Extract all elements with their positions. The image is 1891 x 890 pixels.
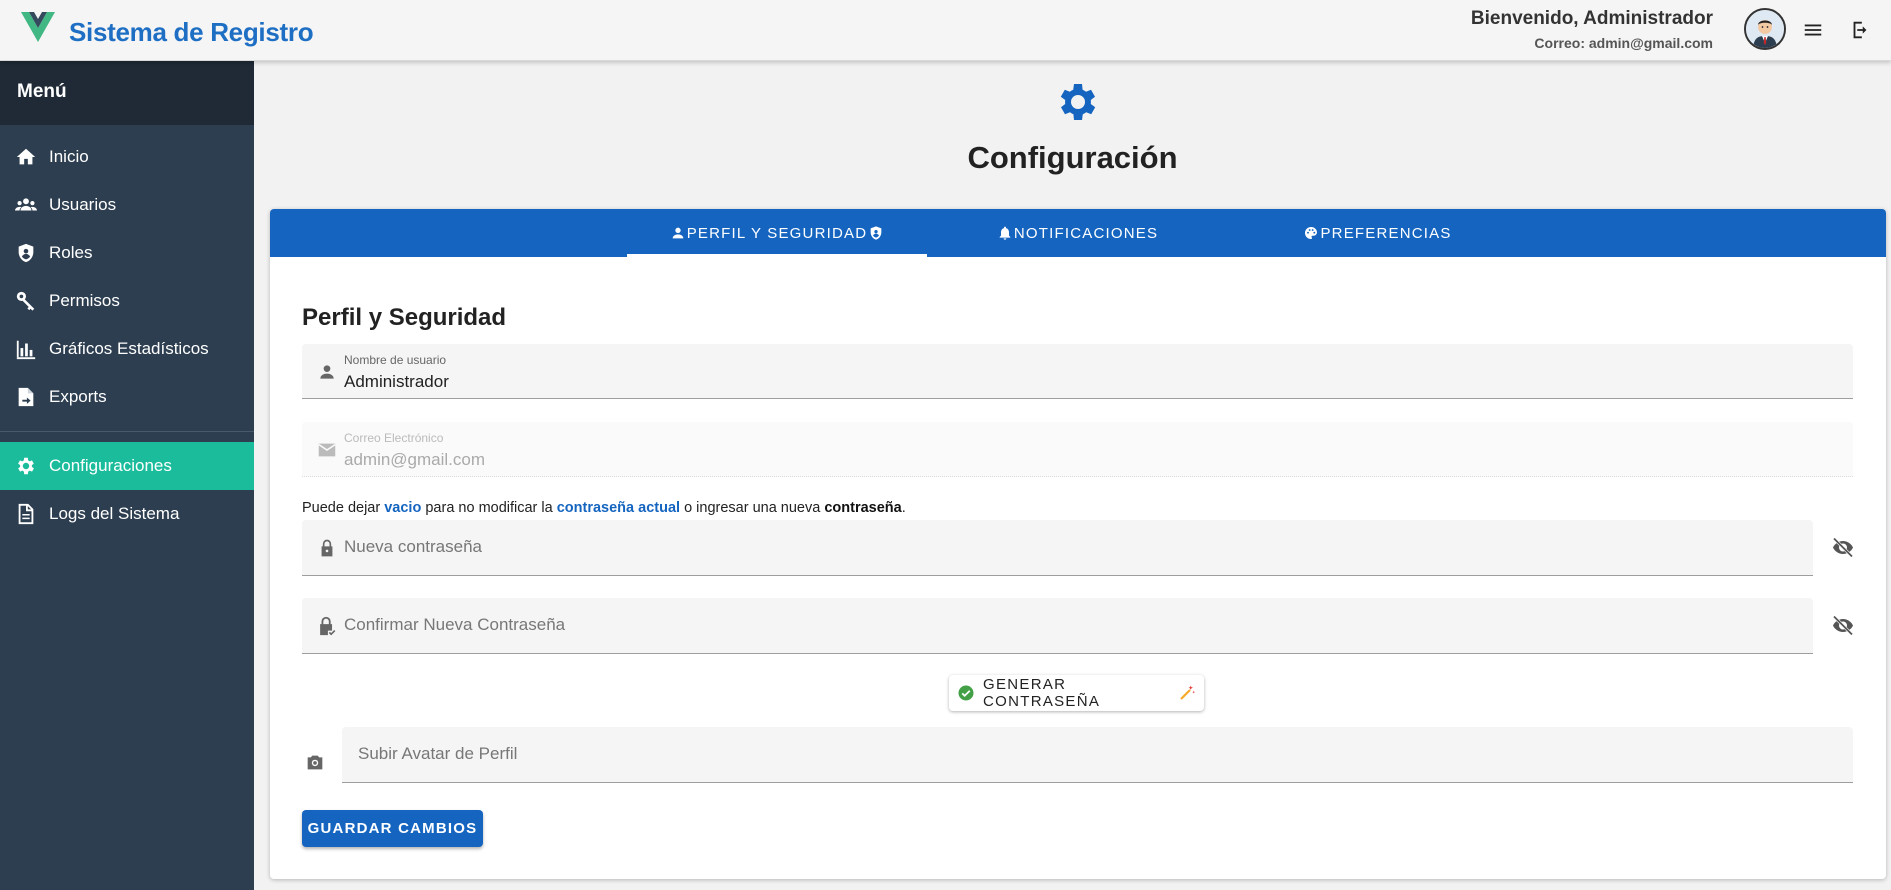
sidebar-item-label: Exports [49,387,107,406]
gear-icon [14,454,38,478]
document-icon [14,502,38,526]
home-icon [14,145,38,169]
sidebar-item-exports[interactable]: Exports [0,373,254,421]
sidebar-divider [0,431,254,432]
user-email: Correo: admin@gmail.com [1534,35,1713,51]
welcome-text: Bienvenido, Administrador [1470,8,1713,29]
sidebar-item-logs[interactable]: Logs del Sistema [0,490,254,538]
lock-icon [315,536,339,560]
generate-password-button[interactable]: GENERAR CONTRASEÑA [949,675,1204,711]
sidebar-item-label: Configuraciones [49,456,172,475]
password-hint: Puede dejar vacio para no modificar la c… [302,500,906,516]
key-icon [14,289,38,313]
avatar-upload-field[interactable]: Subir Avatar de Perfil [342,727,1853,783]
avatar[interactable] [1744,8,1786,50]
sidebar-item-permisos[interactable]: Permisos [0,277,254,325]
vue-logo-icon [21,12,55,42]
sidebar-item-label: Inicio [49,147,89,166]
eye-off-icon[interactable] [1830,612,1856,638]
app-title: Sistema de Registro [69,17,314,47]
top-app-bar: Sistema de Registro Bienvenido, Administ… [0,0,1891,61]
sidebar-item-label: Usuarios [49,195,117,214]
file-export-icon [14,385,38,409]
tab-preferencias[interactable]: PREFERENCIAS [1227,209,1527,257]
person-icon [670,225,686,241]
hint-text: . [901,500,906,516]
sidebar-item-label: Gráficos Estadísticos [49,339,209,358]
field-label: Correo Electrónico [344,431,444,445]
avatar-image [1746,10,1784,48]
hint-text: o ingresar una nueva [680,500,825,516]
field-value: admin@gmail.com [344,450,486,469]
sidebar-item-roles[interactable]: Roles [0,229,254,277]
tab-perfil-seguridad[interactable]: PERFIL Y SEGURIDAD [627,209,927,257]
logout-icon[interactable] [1846,16,1874,44]
sidebar-item-label: Logs del Sistema [49,504,180,523]
settings-card: PERFIL Y SEGURIDAD NOTIFICACIONES PREFER… [270,209,1886,879]
mail-icon [315,438,339,462]
field-label: Nombre de usuario [344,353,447,367]
bell-icon [997,225,1013,241]
field-placeholder: Nueva contraseña [344,537,482,556]
sidebar-item-inicio[interactable]: Inicio [0,133,254,181]
tab-bar: PERFIL Y SEGURIDAD NOTIFICACIONES PREFER… [270,209,1886,257]
hamburger-menu-icon[interactable] [1799,16,1827,44]
sidebar: Menú Inicio Usuarios Roles Permisos Gráf… [0,61,254,890]
lock-check-icon [315,614,339,638]
page-title: Configuración [967,140,1178,175]
username-field[interactable]: Nombre de usuario Administrador [302,344,1853,399]
sidebar-item-usuarios[interactable]: Usuarios [0,181,254,229]
camera-icon[interactable] [302,749,328,775]
field-value: Administrador [344,372,449,391]
magic-wand-icon [1178,684,1196,702]
tab-label: PERFIL Y SEGURIDAD [686,224,868,242]
tab-notificaciones[interactable]: NOTIFICACIONES [927,209,1227,257]
hint-emphasis: contraseña actual [556,500,681,516]
confirm-password-field[interactable]: Confirmar Nueva Contraseña [302,598,1813,654]
sidebar-item-label: Roles [49,243,93,262]
field-placeholder: Subir Avatar de Perfil [358,744,518,763]
sidebar-item-graficos[interactable]: Gráficos Estadísticos [0,325,254,373]
sidebar-item-configuraciones[interactable]: Configuraciones [0,442,254,490]
tab-label: PREFERENCIAS [1320,224,1452,242]
generate-password-label: GENERAR CONTRASEÑA [983,676,1101,710]
palette-icon [1303,225,1319,241]
hint-text: Puede dejar [302,500,385,516]
shield-account-icon [868,225,884,241]
tab-label: NOTIFICACIONES [1013,224,1159,242]
hint-emphasis: vacio [384,500,422,516]
users-icon [14,193,38,217]
email-field: Correo Electrónico admin@gmail.com [302,422,1853,477]
sidebar-title: Menú [0,61,254,125]
bar-chart-icon [14,337,38,361]
check-circle-icon [957,684,975,702]
field-placeholder: Confirmar Nueva Contraseña [344,615,566,634]
hint-text: para no modificar la [421,500,557,516]
section-title: Perfil y Seguridad [302,304,507,331]
save-button[interactable]: GUARDAR CAMBIOS [302,810,483,847]
sidebar-item-label: Permisos [49,291,120,310]
shield-icon [14,241,38,265]
hint-emphasis: contraseña [824,500,902,516]
new-password-field[interactable]: Nueva contraseña [302,520,1813,576]
gear-icon [1060,84,1096,120]
user-welcome: Bienvenido, Administrador Correo: admin@… [1471,8,1713,51]
eye-off-icon[interactable] [1830,534,1856,560]
person-icon [315,360,339,384]
main-content: Configuración PERFIL Y SEGURIDAD NOTIFIC… [254,61,1891,890]
